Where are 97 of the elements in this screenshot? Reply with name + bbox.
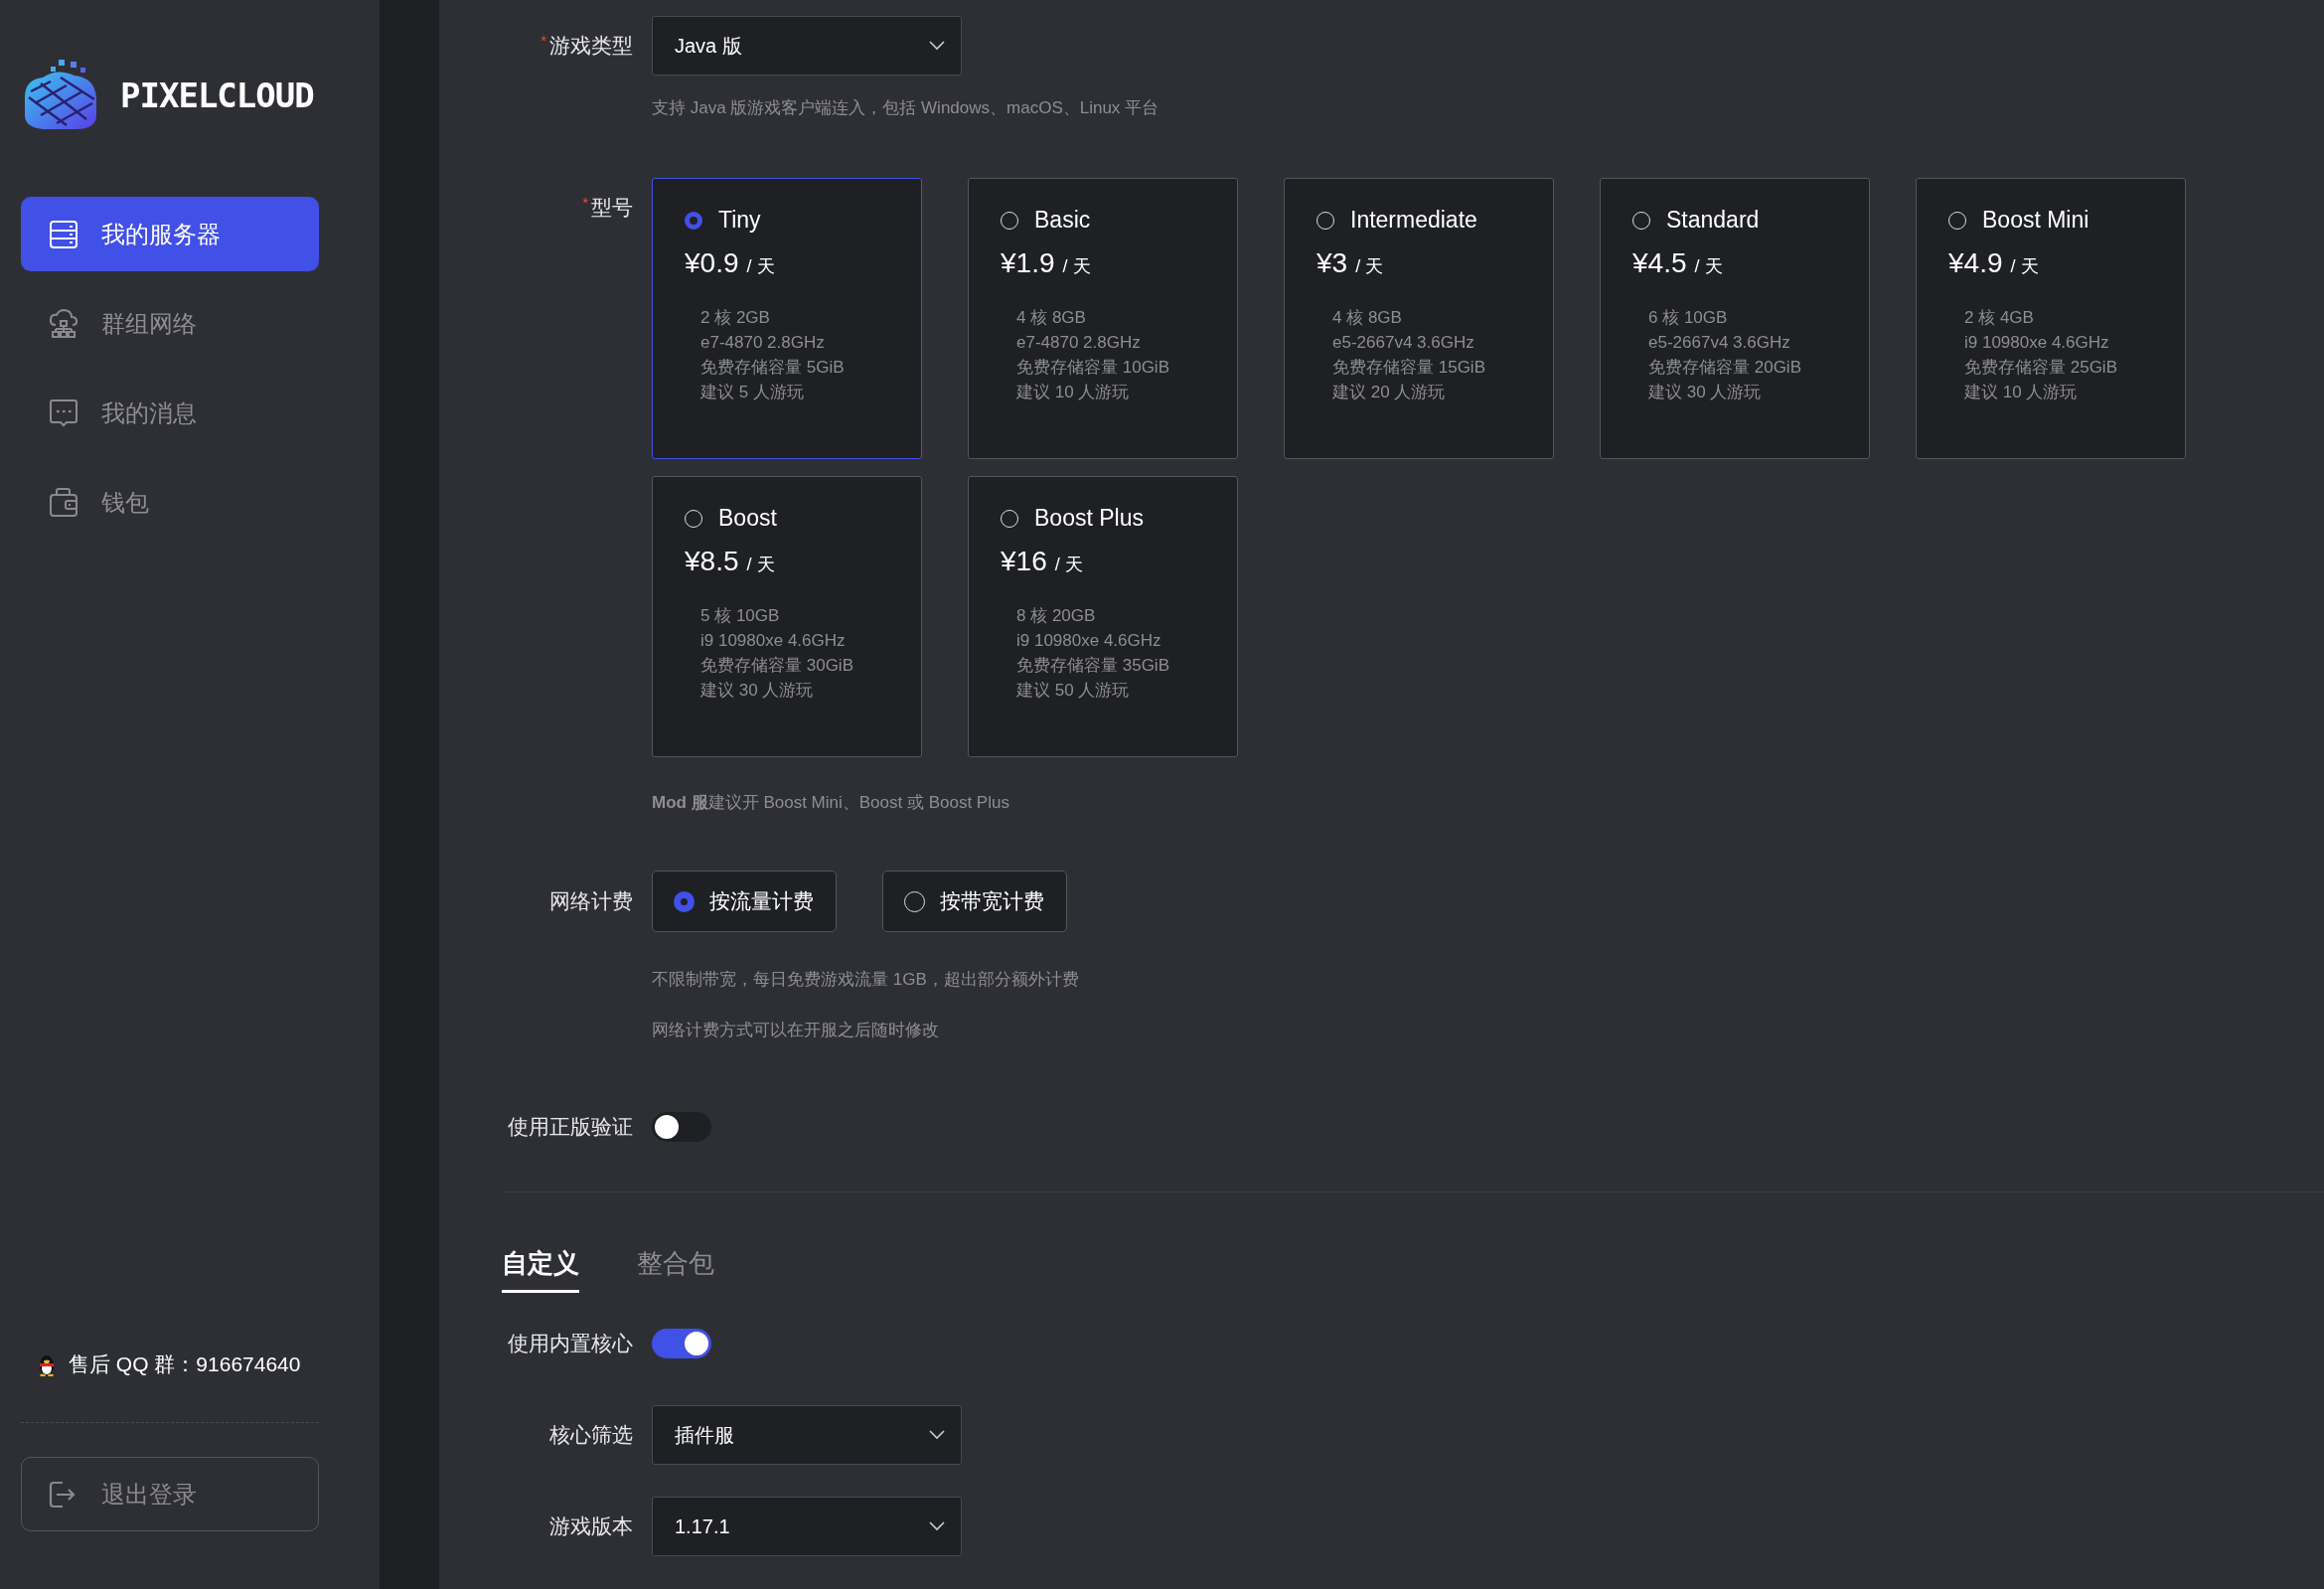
hint-text: 不限制带宽，每日免费游戏流量 1GB，超出部分额外计费	[652, 970, 1079, 990]
radio-button[interactable]	[674, 890, 695, 912]
plan-name: Boost Plus	[1034, 505, 1144, 532]
plan-card[interactable]: Basic ¥1.9 / 天 4 核 8GB e7-4870 2.8GHz 免费存储容量 10GiB 建议 10 人游玩	[968, 178, 1238, 459]
spec-text: i9 10980xe 4.6GHz	[1964, 332, 2110, 354]
dropdown-select[interactable]: 1.17.1	[652, 1497, 962, 1556]
spec-text: 5 核 10GB	[700, 605, 781, 627]
logout-button[interactable]: 退出登录	[21, 1457, 319, 1531]
plan-price: ¥4.5	[1632, 247, 1687, 279]
tab[interactable]: 整合包	[637, 1246, 714, 1293]
plan-card[interactable]: Standard ¥4.5 / 天 6 核 10GB e5-2667v4 3.6GHz 免费存储容量 20GiB 建议 30 人游玩	[1600, 178, 1870, 459]
hint-text: 支持 Java 版游戏客户端连入，包括 Windows、macOS、Linux 平台	[652, 98, 1160, 118]
server-icon	[48, 218, 79, 250]
plan-card[interactable]: Tiny ¥0.9 / 天 2 核 2GB e7-4870 2.8GHz 免费存储容量 5GiB 建议 5 人游玩	[652, 178, 922, 459]
toggle-switch[interactable]	[652, 1112, 711, 1142]
plan-name: Standard	[1666, 207, 1760, 234]
tab[interactable]: 自定义	[502, 1246, 579, 1293]
field-label: 型号	[591, 196, 633, 219]
price-unit: / 天	[1355, 255, 1384, 278]
spec-text: 2 核 2GB	[700, 307, 771, 329]
plan-name: Tiny	[718, 207, 761, 234]
spec-text: e5-2667v4 3.6GHz	[1648, 332, 1791, 354]
spec-text: 免费存储容量 10GiB	[1016, 357, 1170, 379]
spec-text: 建议 50 人游玩	[1016, 680, 1131, 702]
nav-item[interactable]: 我的服务器	[21, 197, 319, 271]
cloud-icon	[48, 307, 79, 340]
plan-price: ¥8.5	[685, 546, 739, 577]
field-label: 核心筛选	[549, 1423, 633, 1446]
spec-text: 免费存储容量 5GiB	[700, 357, 846, 379]
plan-card[interactable]: Boost Mini ¥4.9 / 天 2 核 4GB i9 10980xe 4.6GHz 免费存储容量 25GiB 建议 10 人游玩	[1916, 178, 2186, 459]
hint-text: 网络计费方式可以在开服之后随时修改	[652, 1021, 939, 1040]
penguin-icon	[37, 1352, 57, 1376]
wallet-icon	[48, 486, 79, 519]
message-icon	[48, 397, 79, 429]
spec-text: 建议 30 人游玩	[700, 680, 815, 702]
spec-text: 4 核 8GB	[1016, 307, 1087, 329]
price-unit: / 天	[2010, 255, 2039, 278]
field-label: 使用内置核心	[508, 1332, 633, 1354]
option-label: 按带宽计费	[940, 888, 1044, 914]
price-unit: / 天	[746, 255, 775, 278]
spec-text: e7-4870 2.8GHz	[1016, 332, 1142, 354]
spec-text: 6 核 10GB	[1648, 307, 1729, 329]
plan-name: Intermediate	[1350, 207, 1477, 234]
billing-option[interactable]: 按带宽计费	[882, 871, 1067, 932]
spec-text: 2 核 4GB	[1964, 307, 2035, 329]
toggle-switch[interactable]	[652, 1329, 711, 1358]
plan-name: Boost Mini	[1982, 207, 2090, 234]
spec-text: 8 核 20GB	[1016, 605, 1097, 627]
plan-card[interactable]: Intermediate ¥3 / 天 4 核 8GB e5-2667v4 3.6GHz 免费存储容量 15GiB 建议 20 人游玩	[1284, 178, 1554, 459]
spec-text: e5-2667v4 3.6GHz	[1332, 332, 1475, 354]
radio-button[interactable]	[685, 211, 702, 230]
field-label: 使用正版验证	[508, 1115, 633, 1138]
plan-price: ¥1.9	[1001, 247, 1055, 279]
spec-text: i9 10980xe 4.6GHz	[1016, 630, 1162, 652]
price-unit: / 天	[746, 554, 775, 576]
spec-text: 免费存储容量 20GiB	[1648, 357, 1802, 379]
spec-text: 建议 20 人游玩	[1332, 382, 1447, 403]
field-label: 网络计费	[549, 889, 633, 912]
nav-item[interactable]: 钱包	[21, 465, 319, 540]
plan-price: ¥4.9	[1948, 247, 2003, 279]
dropdown-select[interactable]: 插件服	[652, 1405, 962, 1465]
chevron-down-icon	[929, 41, 945, 51]
spec-text: 建议 10 人游玩	[1016, 382, 1131, 403]
chevron-down-icon	[929, 1521, 945, 1531]
price-unit: / 天	[1694, 255, 1723, 278]
option-label: 按流量计费	[709, 888, 814, 914]
plan-card[interactable]: Boost Plus ¥16 / 天 8 核 20GB i9 10980xe 4.6GHz 免费存储容量 35GiB 建议 50 人游玩	[968, 476, 1238, 757]
hint-text: Mod 服建议开 Boost Mini、Boost 或 Boost Plus	[652, 793, 1009, 813]
price-unit: / 天	[1054, 554, 1083, 576]
plan-price: ¥3	[1317, 247, 1348, 279]
spec-text: 免费存储容量 15GiB	[1332, 357, 1486, 379]
plan-name: Basic	[1034, 207, 1091, 234]
spec-text: 建议 30 人游玩	[1648, 382, 1763, 403]
spec-text: 4 核 8GB	[1332, 307, 1403, 329]
field-label: 游戏版本	[549, 1514, 633, 1537]
price-unit: / 天	[1062, 255, 1091, 278]
required-mark: *	[582, 194, 588, 211]
spec-text: 免费存储容量 25GiB	[1964, 357, 2118, 379]
nav-item[interactable]: 我的消息	[21, 376, 319, 450]
plan-card[interactable]: Boost ¥8.5 / 天 5 核 10GB i9 10980xe 4.6GHz 免费存储容量 30GiB 建议 30 人游玩	[652, 476, 922, 757]
required-mark: *	[541, 32, 546, 49]
spec-text: i9 10980xe 4.6GHz	[700, 630, 847, 652]
plan-price: ¥0.9	[685, 247, 739, 279]
spec-text: e7-4870 2.8GHz	[700, 332, 826, 354]
brand-name: PIXELCLOUD	[120, 76, 314, 115]
billing-option[interactable]: 按流量计费	[652, 871, 837, 932]
chevron-down-icon	[929, 1430, 945, 1440]
spec-text: 建议 10 人游玩	[1964, 382, 2079, 403]
spec-text: 建议 5 人游玩	[700, 382, 805, 403]
spec-text: 免费存储容量 30GiB	[700, 655, 854, 677]
plan-name: Boost	[718, 505, 777, 532]
plan-price: ¥16	[1001, 546, 1047, 577]
spec-text: 免费存储容量 35GiB	[1016, 655, 1170, 677]
field-label: 游戏类型	[549, 34, 633, 57]
support-contact: 售后 QQ 群：916674640	[69, 1351, 301, 1377]
nav-item[interactable]: 群组网络	[21, 286, 319, 361]
game-type-select[interactable]: Java 版	[652, 16, 962, 76]
